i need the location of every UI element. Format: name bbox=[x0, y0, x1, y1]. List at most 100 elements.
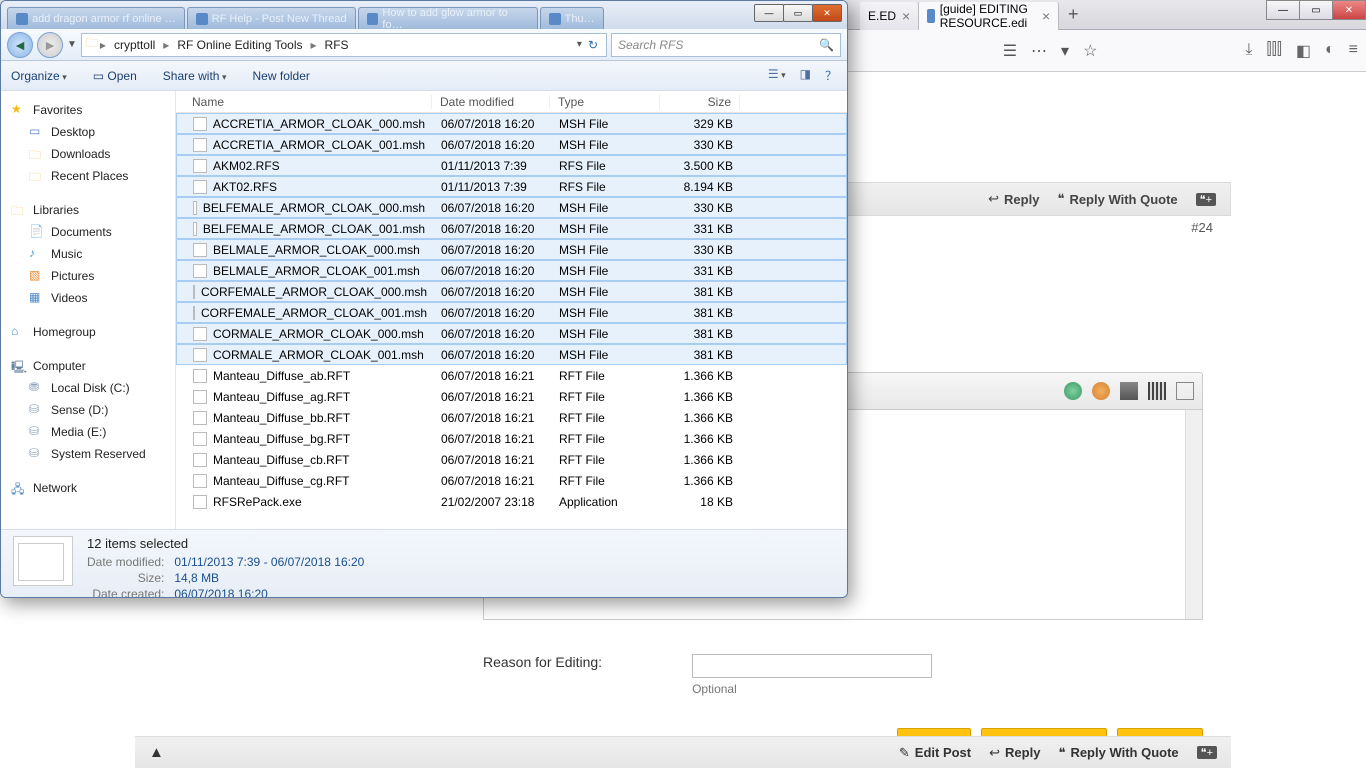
chevron-down-icon[interactable]: ▾ bbox=[577, 39, 582, 50]
search-input[interactable]: Search RFS 🔍 bbox=[611, 33, 841, 57]
file-row[interactable]: BELMALE_ARMOR_CLOAK_000.msh06/07/2018 16… bbox=[176, 239, 847, 260]
back-button[interactable]: ◄ bbox=[7, 32, 33, 58]
close-button[interactable]: ✕ bbox=[812, 4, 842, 22]
file-row[interactable]: RFSRePack.exe21/02/2007 23:18Application… bbox=[176, 491, 847, 512]
side-media-e[interactable]: ⛁Media (E:) bbox=[11, 421, 165, 443]
file-row[interactable]: CORMALE_ARMOR_CLOAK_000.msh06/07/2018 16… bbox=[176, 323, 847, 344]
file-row[interactable]: BELFEMALE_ARMOR_CLOAK_000.msh06/07/2018 … bbox=[176, 197, 847, 218]
side-recent[interactable]: 🗀Recent Places bbox=[11, 165, 165, 187]
forward-button[interactable]: ► bbox=[37, 32, 63, 58]
crumb[interactable]: RF Online Editing Tools bbox=[171, 38, 308, 52]
explorer-sidebar[interactable]: ★Favorites ▭Desktop 🗀Downloads 🗀Recent P… bbox=[1, 91, 176, 529]
file-row[interactable]: Manteau_Diffuse_bg.RFT06/07/2018 16:21RF… bbox=[176, 428, 847, 449]
reply-quote-link[interactable]: ❝Reply With Quote bbox=[1058, 745, 1178, 761]
help-icon[interactable]: ？ bbox=[825, 67, 837, 84]
bg-tab[interactable]: Thu… bbox=[540, 7, 604, 29]
side-downloads[interactable]: 🗀Downloads bbox=[11, 143, 165, 165]
maximize-button[interactable]: ▭ bbox=[1299, 0, 1333, 20]
library-icon[interactable]: ⫿⫿⫿ bbox=[1266, 41, 1281, 61]
col-date[interactable]: Date modified bbox=[432, 95, 550, 109]
col-name[interactable]: Name bbox=[184, 95, 432, 109]
image-icon[interactable] bbox=[1092, 382, 1110, 400]
side-desktop[interactable]: ▭Desktop bbox=[11, 121, 165, 143]
breadcrumb[interactable]: 🗀 ▸ crypttoll▸ RF Online Editing Tools▸ … bbox=[81, 33, 607, 57]
warning-icon[interactable]: ▲ bbox=[149, 744, 164, 761]
preview-pane-button[interactable]: ◨ bbox=[800, 67, 811, 84]
view-menu[interactable]: ☰ bbox=[768, 67, 786, 84]
side-libraries[interactable]: 🗀Libraries bbox=[11, 199, 165, 221]
file-row[interactable]: ACCRETIA_ARMOR_CLOAK_001.msh06/07/2018 1… bbox=[176, 134, 847, 155]
file-list-header[interactable]: Name Date modified Type Size bbox=[176, 91, 847, 113]
globe-icon[interactable] bbox=[1064, 382, 1082, 400]
side-sense-d[interactable]: ⛁Sense (D:) bbox=[11, 399, 165, 421]
side-favorites[interactable]: ★Favorites bbox=[11, 99, 165, 121]
side-homegroup[interactable]: ⌂Homegroup bbox=[11, 321, 165, 343]
crumb[interactable]: crypttoll bbox=[108, 38, 161, 52]
bg-tab[interactable]: RF Help - Post New Thread bbox=[187, 7, 356, 29]
side-documents[interactable]: 📄Documents bbox=[11, 221, 165, 243]
col-size[interactable]: Size bbox=[660, 95, 740, 109]
share-menu[interactable]: Share with bbox=[163, 69, 227, 83]
firefox-tab[interactable]: E.ED× bbox=[860, 2, 919, 30]
close-button[interactable]: ✕ bbox=[1332, 0, 1366, 20]
file-row[interactable]: Manteau_Diffuse_cg.RFT06/07/2018 16:21RF… bbox=[176, 470, 847, 491]
explorer-titlebar[interactable]: add dragon armor rf online … RF Help - P… bbox=[1, 1, 847, 29]
file-row[interactable]: BELMALE_ARMOR_CLOAK_001.msh06/07/2018 16… bbox=[176, 260, 847, 281]
video-icon[interactable] bbox=[1120, 382, 1138, 400]
new-folder-button[interactable]: New folder bbox=[253, 69, 310, 83]
side-local-c[interactable]: ⛃Local Disk (C:) bbox=[11, 377, 165, 399]
file-row[interactable]: Manteau_Diffuse_ag.RFT06/07/2018 16:21RF… bbox=[176, 386, 847, 407]
reply-quote-link[interactable]: ❝Reply With Quote bbox=[1057, 191, 1177, 207]
editor-scrollbar[interactable] bbox=[1185, 410, 1202, 619]
menu-icon[interactable]: ≡ bbox=[1349, 41, 1358, 61]
file-row[interactable]: Manteau_Diffuse_ab.RFT06/07/2018 16:21RF… bbox=[176, 365, 847, 386]
new-tab-button[interactable]: + bbox=[1059, 0, 1087, 28]
side-computer[interactable]: 🖳Computer bbox=[11, 355, 165, 377]
open-button[interactable]: ▭ Open bbox=[93, 69, 137, 83]
minimize-button[interactable]: — bbox=[1266, 0, 1300, 20]
file-list-body[interactable]: ACCRETIA_ARMOR_CLOAK_000.msh06/07/2018 1… bbox=[176, 113, 847, 529]
bg-tab[interactable]: How to add glow armor to fo… bbox=[358, 7, 538, 29]
edit-post-link[interactable]: ✎Edit Post bbox=[899, 745, 971, 761]
film-icon[interactable] bbox=[1148, 382, 1166, 400]
organize-menu[interactable]: Organize bbox=[11, 69, 67, 83]
file-row[interactable]: AKT02.RFS01/11/2013 7:39RFS File8.194 KB bbox=[176, 176, 847, 197]
file-row[interactable]: CORMALE_ARMOR_CLOAK_001.msh06/07/2018 16… bbox=[176, 344, 847, 365]
close-icon[interactable]: × bbox=[902, 8, 910, 24]
side-videos[interactable]: ▦Videos bbox=[11, 287, 165, 309]
quote-icon[interactable] bbox=[1176, 382, 1194, 400]
side-pictures[interactable]: ▧Pictures bbox=[11, 265, 165, 287]
file-row[interactable]: Manteau_Diffuse_bb.RFT06/07/2018 16:21RF… bbox=[176, 407, 847, 428]
file-row[interactable]: CORFEMALE_ARMOR_CLOAK_000.msh06/07/2018 … bbox=[176, 281, 847, 302]
bookmark-icon[interactable]: ☆ bbox=[1083, 41, 1097, 61]
col-type[interactable]: Type bbox=[550, 95, 660, 109]
side-sysres[interactable]: ⛁System Reserved bbox=[11, 443, 165, 465]
reply-link[interactable]: ↩Reply bbox=[989, 745, 1040, 761]
firefox-tab[interactable]: [guide] EDITING RESOURCE.edi× bbox=[919, 2, 1059, 30]
maximize-button[interactable]: ▭ bbox=[783, 4, 813, 22]
close-icon[interactable]: × bbox=[1042, 8, 1050, 24]
crumb[interactable]: RFS bbox=[319, 38, 355, 52]
protection-icon[interactable]: ◐ bbox=[1325, 41, 1335, 61]
multiquote-icon[interactable]: ❝+ bbox=[1196, 193, 1216, 206]
post-number[interactable]: #24 bbox=[1191, 220, 1213, 235]
side-music[interactable]: ♪Music bbox=[11, 243, 165, 265]
chevron-down-icon[interactable]: ▼ bbox=[67, 39, 77, 50]
file-row[interactable]: CORFEMALE_ARMOR_CLOAK_001.msh06/07/2018 … bbox=[176, 302, 847, 323]
side-network[interactable]: 🖧Network bbox=[11, 477, 165, 499]
reason-input[interactable] bbox=[692, 654, 932, 678]
bg-tab[interactable]: add dragon armor rf online … bbox=[7, 7, 185, 29]
file-row[interactable]: Manteau_Diffuse_cb.RFT06/07/2018 16:21RF… bbox=[176, 449, 847, 470]
reader-icon[interactable]: ☰ bbox=[1003, 41, 1017, 61]
pocket-icon[interactable]: ▾ bbox=[1061, 41, 1069, 61]
file-row[interactable]: ACCRETIA_ARMOR_CLOAK_000.msh06/07/2018 1… bbox=[176, 113, 847, 134]
download-icon[interactable]: ⤓ bbox=[1245, 41, 1252, 61]
refresh-icon[interactable]: ↻ bbox=[588, 38, 598, 52]
more-icon[interactable]: ⋯ bbox=[1031, 41, 1047, 61]
multiquote-icon[interactable]: ❝+ bbox=[1197, 746, 1217, 759]
sidebar-icon[interactable]: ◧ bbox=[1296, 41, 1311, 61]
file-row[interactable]: AKM02.RFS01/11/2013 7:39RFS File3.500 KB bbox=[176, 155, 847, 176]
file-row[interactable]: BELFEMALE_ARMOR_CLOAK_001.msh06/07/2018 … bbox=[176, 218, 847, 239]
minimize-button[interactable]: — bbox=[754, 4, 784, 22]
reply-link[interactable]: ↩Reply bbox=[988, 191, 1039, 207]
